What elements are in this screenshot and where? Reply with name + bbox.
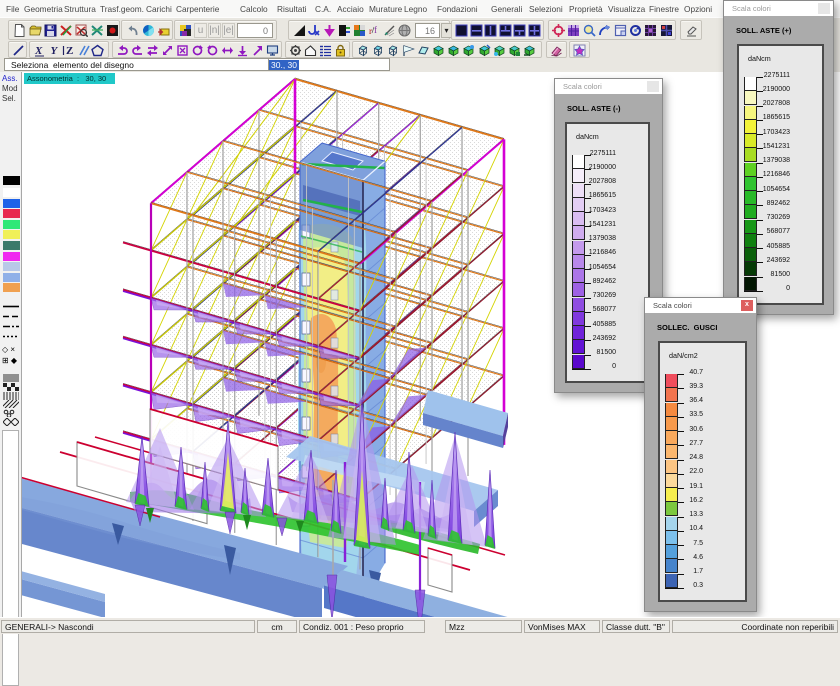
svg-text:X: X <box>34 45 43 57</box>
svg-text:Z: Z <box>66 45 73 57</box>
svg-text:f: f <box>374 25 377 35</box>
svg-text:r: r <box>369 26 372 36</box>
svg-text:Y: Y <box>50 45 58 57</box>
